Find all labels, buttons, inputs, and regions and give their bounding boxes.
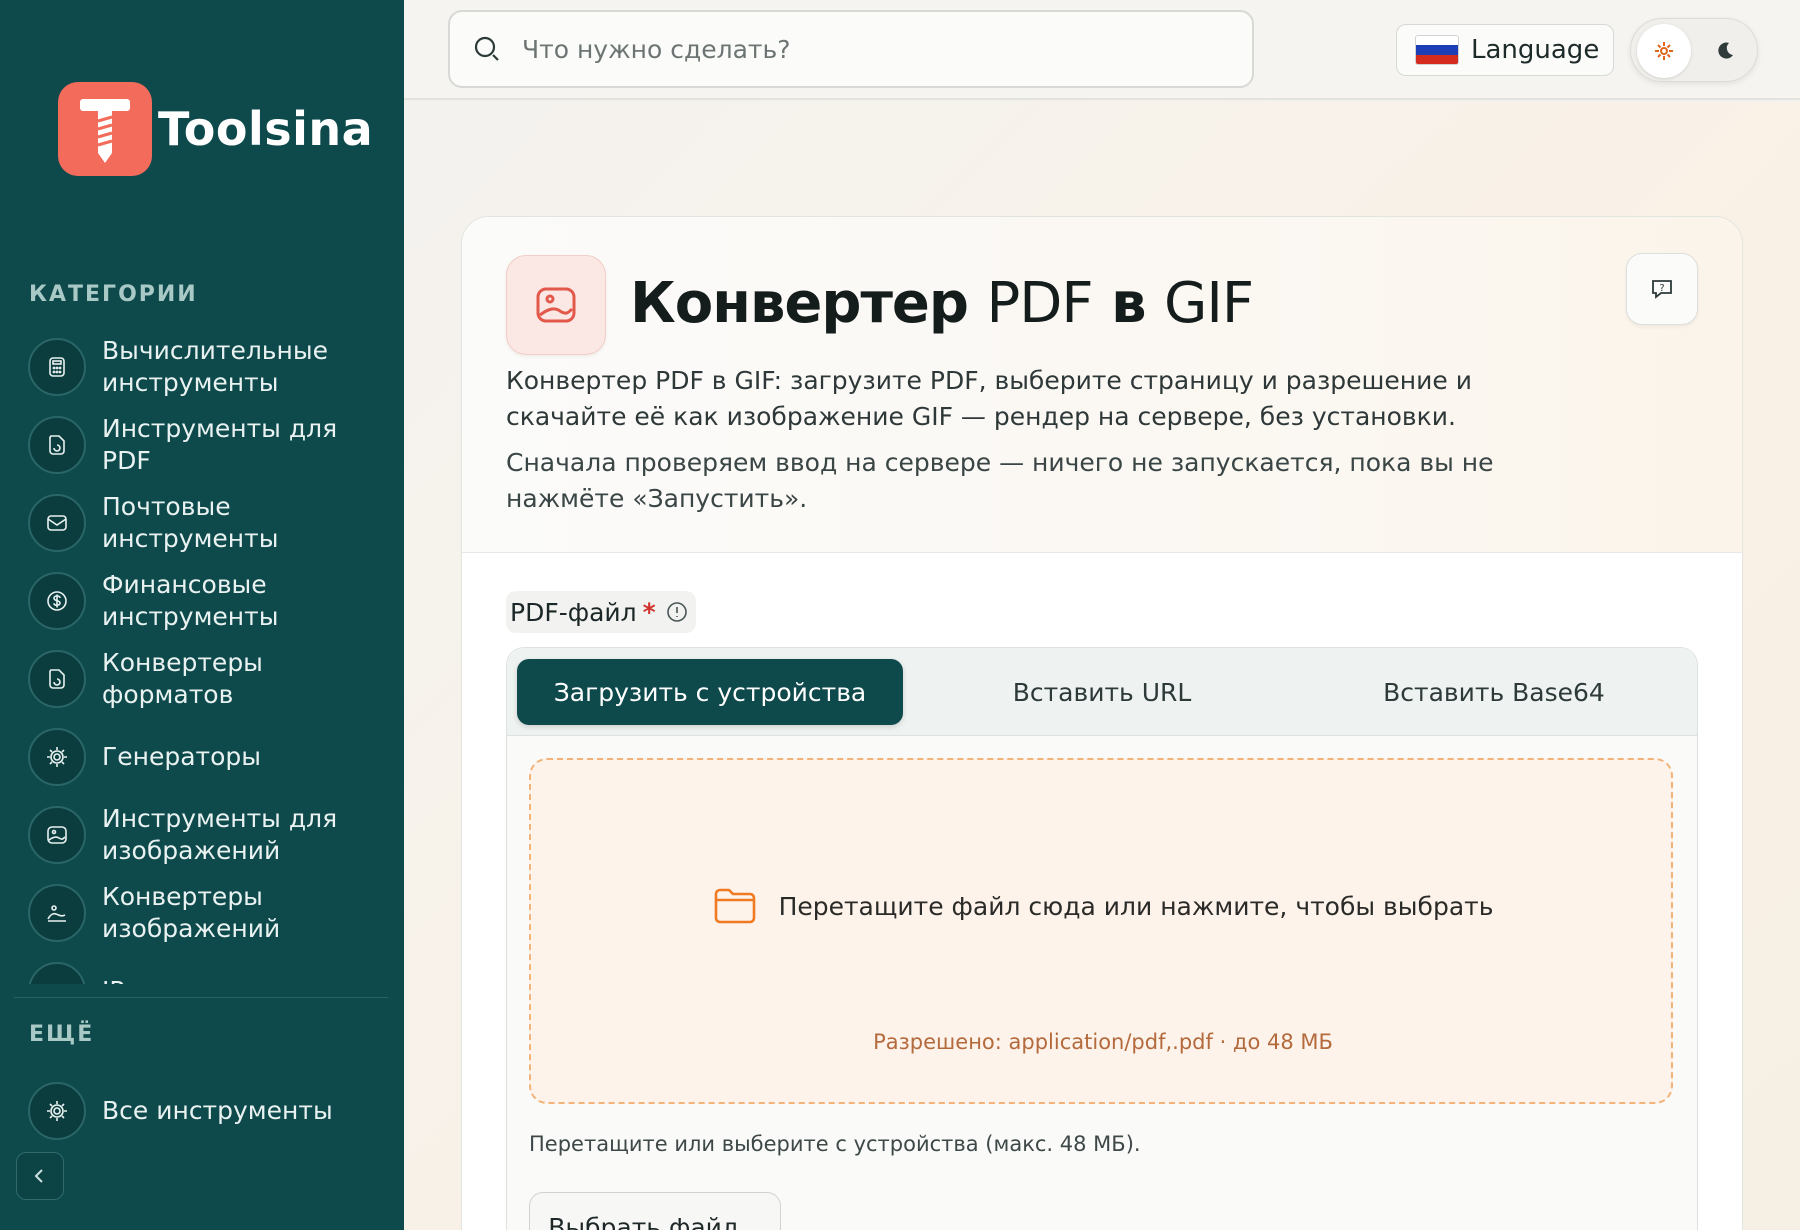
tool-note: Сначала проверяем ввод на сервере — ниче… <box>506 448 1494 513</box>
dollar-icon <box>28 572 86 630</box>
field-label: PDF-файл * <box>506 591 696 633</box>
tab-paste-base64[interactable]: Вставить Base64 <box>1301 659 1687 725</box>
sidebar-item-label: Конвертеры изображений <box>102 882 281 943</box>
search-icon <box>474 36 499 61</box>
russia-flag-icon <box>1415 35 1459 65</box>
image-icon <box>506 255 606 355</box>
sidebar-item-images[interactable]: Инструменты для изображений <box>28 796 388 874</box>
folder-icon <box>714 888 755 924</box>
help-button[interactable]: ? <box>1626 253 1698 325</box>
theme-toggle[interactable] <box>1630 18 1758 82</box>
logo-badge-icon <box>58 82 152 176</box>
sidebar-item-ip[interactable]: IP-инструменты <box>28 952 388 984</box>
logo[interactable]: Toolsina <box>58 82 373 176</box>
file-convert-icon <box>28 650 86 708</box>
choose-file-button[interactable]: Выбрать файл... <box>529 1192 781 1230</box>
dropzone-prompt: Перетащите файл сюда или нажмите, чтобы … <box>531 886 1675 926</box>
sidebar-item-label: Инструменты для PDF <box>102 414 338 475</box>
image-convert-icon <box>28 884 86 942</box>
chevron-left-icon <box>34 1169 43 1183</box>
sidebar-item-label: Генераторы <box>102 742 262 771</box>
upload-panel: Загрузить с устройства Вставить URL Вста… <box>506 647 1698 1230</box>
allowed-types: Разрешено: application/pdf,.pdf · до 48 … <box>873 1030 1333 1054</box>
more-heading: ЕЩЁ <box>29 1022 95 1047</box>
sidebar-item-label: Инструменты для изображений <box>102 804 338 865</box>
dropzone-text: Перетащите файл сюда или нажмите, чтобы … <box>778 891 1494 921</box>
moon-icon[interactable] <box>1709 35 1741 67</box>
sidebar: Toolsina КАТЕГОРИИ Вычислительные инстру… <box>0 0 404 1230</box>
mail-icon <box>28 494 86 552</box>
sidebar-item-label: Конвертеры форматов <box>102 648 263 709</box>
tool-card: Конвертер PDF в GIF ? Конвертер PDF в GI… <box>461 216 1743 1230</box>
search-input[interactable] <box>522 34 1202 64</box>
network-icon <box>28 962 86 984</box>
file-dropzone[interactable]: Перетащите файл сюда или нажмите, чтобы … <box>529 758 1673 1104</box>
sidebar-item-formats[interactable]: Конвертеры форматов <box>28 640 388 718</box>
calculator-icon <box>28 338 86 396</box>
category-list: Вычислительные инструменты Инструменты д… <box>28 328 388 984</box>
info-icon[interactable] <box>666 601 688 623</box>
logo-text: Toolsina <box>158 102 374 156</box>
sidebar-item-label: Почтовые инструменты <box>102 492 279 553</box>
upload-tabs: Загрузить с устройства Вставить URL Вста… <box>507 648 1697 736</box>
sidebar-item-label: Все инструменты <box>102 1096 333 1125</box>
help-chat-icon: ? <box>1652 280 1672 299</box>
sidebar-item-mail[interactable]: Почтовые инструменты <box>28 484 388 562</box>
tab-upload-device[interactable]: Загрузить с устройства <box>517 659 903 725</box>
categories-heading: КАТЕГОРИИ <box>29 282 198 307</box>
upload-hint: Перетащите или выберите с устройства (ма… <box>529 1132 1141 1156</box>
sidebar-item-all-tools[interactable]: Все инструменты <box>28 1072 372 1150</box>
cog-icon <box>28 728 86 786</box>
sidebar-divider <box>14 997 388 998</box>
sidebar-item-label: IP-инструменты <box>102 975 372 984</box>
sidebar-item-calc[interactable]: Вычислительные инструменты <box>28 328 388 406</box>
sidebar-item-image-converters[interactable]: Конвертеры изображений <box>28 874 388 952</box>
language-label: Language <box>1471 35 1600 65</box>
page-title: Конвертер PDF в GIF <box>630 271 1254 336</box>
search-box[interactable] <box>448 10 1254 88</box>
sidebar-item-generators[interactable]: Генераторы <box>28 718 388 796</box>
tool-description: Конвертер PDF в GIF: загрузите PDF, выбе… <box>506 366 1472 431</box>
language-button[interactable]: Language <box>1396 24 1614 76</box>
sidebar-item-pdf[interactable]: Инструменты для PDF <box>28 406 388 484</box>
sun-icon[interactable] <box>1637 24 1691 78</box>
tab-paste-url[interactable]: Вставить URL <box>909 659 1295 725</box>
topbar: Language <box>404 0 1800 100</box>
svg-text:?: ? <box>1659 283 1664 294</box>
collapse-sidebar-button[interactable] <box>16 1152 64 1200</box>
sidebar-item-finance[interactable]: Финансовые инструменты <box>28 562 388 640</box>
image-icon <box>28 806 86 864</box>
sidebar-item-label: Финансовые инструменты <box>102 570 279 631</box>
tool-header: Конвертер PDF в GIF ? Конвертер PDF в GI… <box>462 217 1742 553</box>
sidebar-item-label: Вычислительные инструменты <box>102 336 329 397</box>
file-icon <box>28 416 86 474</box>
required-mark: * <box>642 597 656 627</box>
cog-icon <box>28 1082 86 1140</box>
